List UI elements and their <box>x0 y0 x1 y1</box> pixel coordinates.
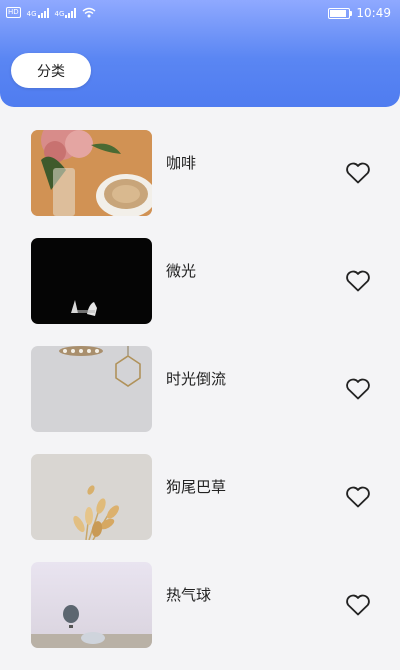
list-item[interactable]: 时光倒流 <box>0 346 400 454</box>
item-title: 咖啡 <box>166 154 197 172</box>
wall-ornament-photo <box>31 346 152 432</box>
network-type-label: 4G <box>26 9 37 18</box>
hd-badge: HD <box>6 7 21 18</box>
heart-icon[interactable] <box>345 485 371 509</box>
list-item[interactable]: 咖啡 <box>0 130 400 238</box>
heart-icon[interactable] <box>345 269 371 293</box>
network-type-label: 4G <box>54 9 65 18</box>
category-button[interactable]: 分类 <box>11 53 91 88</box>
item-title: 时光倒流 <box>166 370 227 388</box>
heart-icon[interactable] <box>345 161 371 185</box>
list-item[interactable]: 微光 <box>0 238 400 346</box>
wifi-icon <box>82 7 96 18</box>
item-title: 微光 <box>166 262 197 280</box>
hot-air-balloon-photo <box>31 562 152 648</box>
heart-icon[interactable] <box>345 377 371 401</box>
heart-icon[interactable] <box>345 593 371 617</box>
clock: 10:49 <box>356 6 391 20</box>
dark-photo <box>31 238 152 324</box>
status-bar: HD 4G 4G 10:49 <box>0 0 400 28</box>
item-title: 狗尾巴草 <box>166 478 227 496</box>
dried-grass-photo <box>31 454 152 540</box>
list-item[interactable]: 狗尾巴草 <box>0 454 400 562</box>
battery-icon <box>328 7 353 19</box>
signal-icon <box>37 7 49 18</box>
list-item[interactable]: 热气球 <box>0 562 400 670</box>
coffee-photo <box>31 130 152 216</box>
signal-icon <box>65 7 77 18</box>
header-bar: HD 4G 4G 10:49 分类 <box>0 0 400 107</box>
item-title: 热气球 <box>166 586 212 604</box>
